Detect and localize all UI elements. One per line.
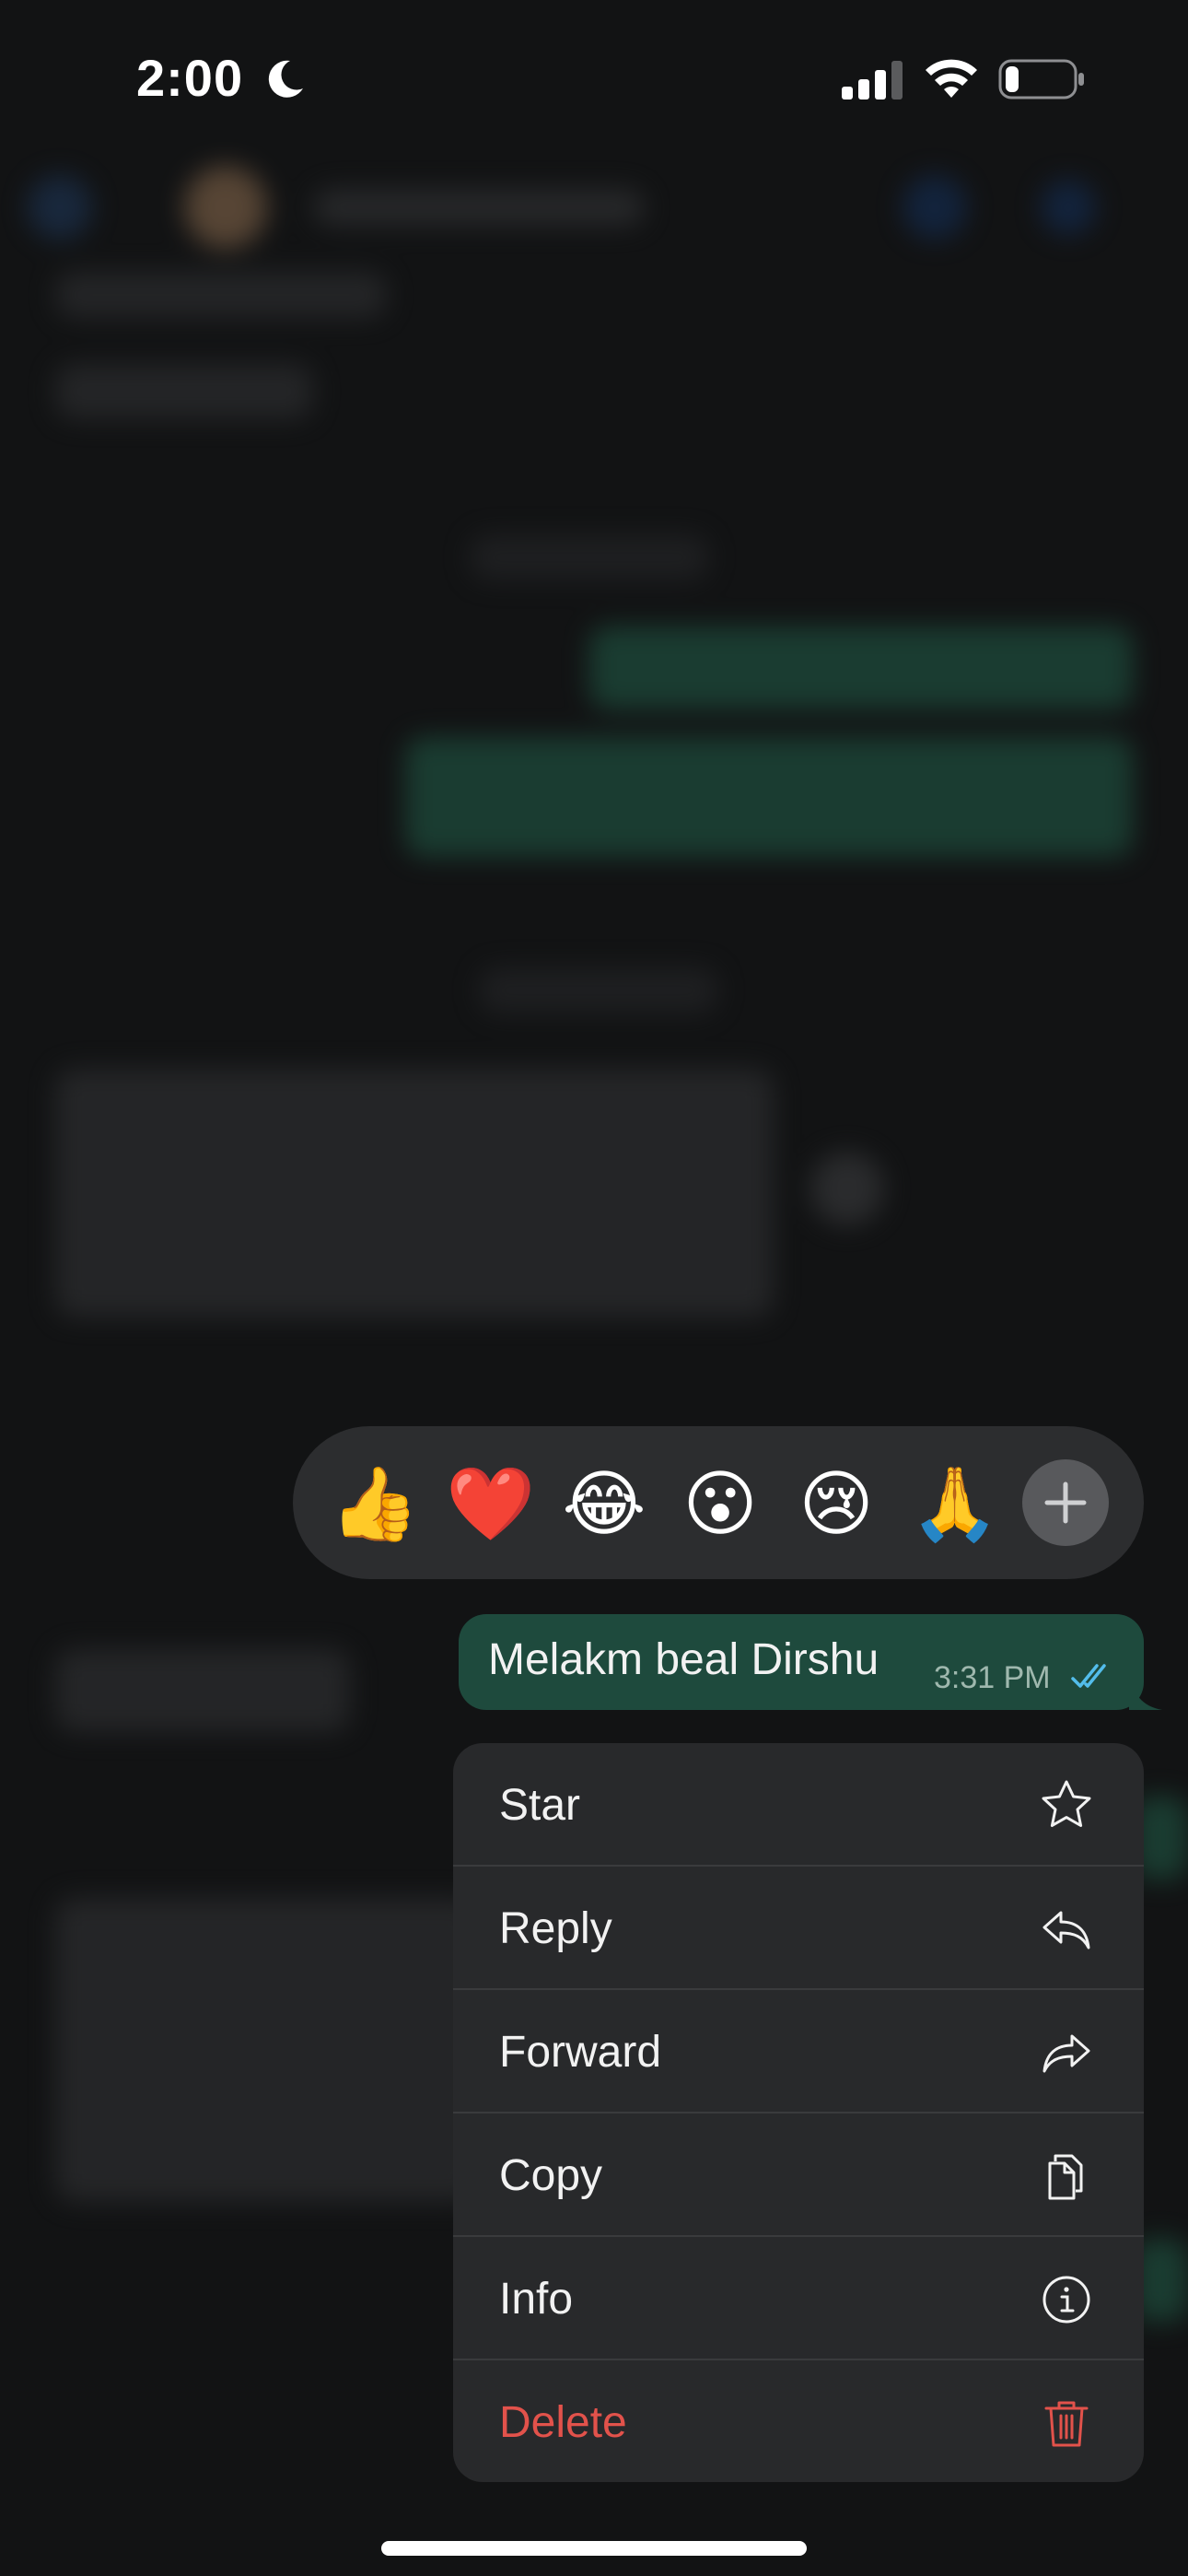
reply-icon — [1042, 1911, 1090, 1950]
menu-item-label: Delete — [499, 2398, 627, 2447]
menu-item-copy[interactable]: Copy — [453, 2113, 1144, 2237]
moon-icon — [268, 60, 303, 98]
trash-icon — [1044, 2401, 1089, 2447]
red-heart-emoji[interactable]: ❤️ — [446, 1461, 535, 1546]
menu-item-info[interactable]: Info — [453, 2237, 1144, 2360]
menu-item-forward[interactable]: Forward — [453, 1990, 1144, 2113]
plus-icon — [1044, 1481, 1087, 1524]
menu-item-label: Info — [499, 2275, 574, 2324]
status-time: 2:00 — [136, 49, 244, 107]
more-reactions-button[interactable] — [1022, 1459, 1109, 1546]
forward-icon — [1042, 2034, 1090, 2073]
menu-item-label: Forward — [499, 2028, 662, 2077]
outgoing-message-bubble[interactable]: Melakm beal Dirshu 3:31 PM — [459, 1614, 1144, 1710]
screen: 2:00 👍 ❤️ 😂 😮 😢 🙏 Melakm beal Dirshu 3:3… — [0, 0, 1188, 2576]
surprised-emoji[interactable]: 😮 — [678, 1461, 763, 1546]
status-bar: 2:00 — [0, 0, 1188, 157]
folded-hands-emoji[interactable]: 🙏 — [910, 1461, 999, 1546]
crying-emoji[interactable]: 😢 — [794, 1461, 879, 1546]
battery-icon — [998, 59, 1084, 100]
menu-item-label: Reply — [499, 1904, 612, 1953]
thumbs-up-emoji[interactable]: 👍 — [330, 1461, 419, 1546]
menu-item-label: Star — [499, 1781, 581, 1830]
star-icon — [1042, 1780, 1091, 1827]
reaction-bar: 👍 ❤️ 😂 😮 😢 🙏 — [293, 1426, 1144, 1579]
menu-item-delete[interactable]: Delete — [453, 2360, 1144, 2482]
menu-item-label: Copy — [499, 2151, 603, 2200]
info-icon — [1042, 2276, 1090, 2324]
copy-icon — [1048, 2154, 1083, 2200]
message-context-menu: Star Reply Forward Copy Info Delete — [453, 1743, 1144, 2482]
message-timestamp: 3:31 PM — [934, 1660, 1051, 1695]
home-indicator[interactable] — [381, 2541, 807, 2556]
bubble-tail — [1129, 1675, 1162, 1710]
double-check-read-icon — [1071, 1664, 1106, 1688]
tears-of-joy-emoji[interactable]: 😂 — [562, 1461, 646, 1546]
message-text: Melakm beal Dirshu — [488, 1635, 879, 1684]
cellular-signal-icon — [842, 61, 903, 100]
menu-item-star[interactable]: Star — [453, 1743, 1144, 1867]
menu-item-reply[interactable]: Reply — [453, 1867, 1144, 1990]
wifi-icon — [926, 59, 977, 98]
